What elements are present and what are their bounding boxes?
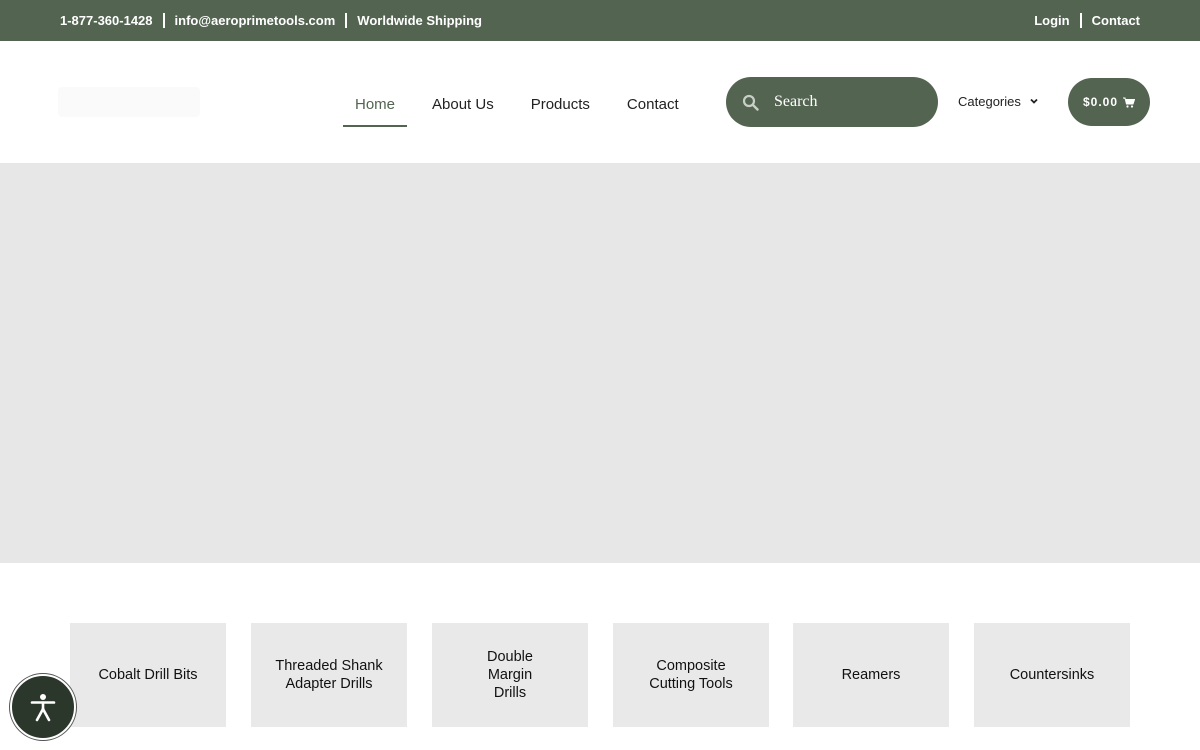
top-bar-contact-info: 1-877-360-1428 info@aeroprimetools.com W… [60, 0, 482, 41]
chevron-down-icon [1030, 98, 1038, 104]
search-box [726, 77, 938, 127]
cart-total: $0.00 [1082, 95, 1119, 109]
email-link[interactable]: info@aeroprimetools.com [175, 13, 336, 28]
site-logo[interactable] [58, 87, 200, 117]
shipping-text: Worldwide Shipping [357, 13, 482, 28]
categories-label: Categories [958, 93, 1021, 109]
site-header: Home About Us Products Contact Categorie… [0, 41, 1200, 163]
cart-button[interactable]: $0.00 [1068, 78, 1150, 126]
divider [345, 13, 348, 28]
search-icon[interactable] [742, 94, 759, 111]
category-tile-double-margin-drills[interactable]: Double Margin Drills [432, 623, 588, 727]
nav-item-home[interactable]: Home [343, 82, 408, 127]
accessibility-button[interactable] [10, 674, 76, 740]
divider [162, 13, 165, 28]
nav-item-about-us[interactable]: About Us [420, 82, 506, 126]
search-input[interactable] [774, 87, 924, 117]
top-contact-link[interactable]: Contact [1092, 13, 1140, 28]
top-bar-account-links: Login Contact [1034, 0, 1140, 41]
nav-item-products[interactable]: Products [519, 82, 602, 126]
accessibility-icon [30, 694, 56, 722]
login-link[interactable]: Login [1034, 13, 1069, 28]
top-bar: 1-877-360-1428 info@aeroprimetools.com W… [0, 0, 1200, 41]
hero-banner [0, 163, 1200, 563]
category-tile-cobalt-drill-bits[interactable]: Cobalt Drill Bits [70, 623, 226, 727]
nav-item-contact[interactable]: Contact [615, 82, 691, 126]
categories-dropdown[interactable]: Categories [958, 91, 1039, 111]
category-tile-countersinks[interactable]: Countersinks [974, 623, 1130, 727]
category-tile-reamers[interactable]: Reamers [793, 623, 949, 727]
divider [1079, 13, 1082, 28]
category-tile-threaded-shank-adapter-drills[interactable]: Threaded Shank Adapter Drills [251, 623, 407, 727]
phone-link[interactable]: 1-877-360-1428 [60, 13, 153, 28]
shopping-cart-icon [1123, 97, 1136, 108]
category-tile-composite-cutting-tools[interactable]: Composite Cutting Tools [613, 623, 769, 727]
main-nav: Home About Us Products Contact [343, 82, 704, 127]
category-tiles: Cobalt Drill Bits Threaded Shank Adapter… [70, 623, 1130, 727]
